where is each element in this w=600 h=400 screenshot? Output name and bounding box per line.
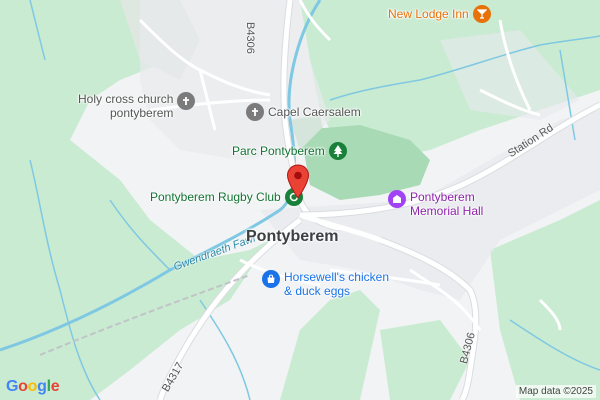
building-icon: [388, 190, 406, 208]
poi-pontyberem-memorial-hall[interactable]: Pontyberem Memorial Hall: [388, 190, 483, 218]
poi-new-lodge-inn-label: New Lodge Inn: [388, 7, 469, 21]
poi-pontyberem-rugby-club[interactable]: Pontyberem Rugby Club: [150, 188, 303, 206]
google-logo-letter: e: [50, 378, 60, 395]
google-logo-letter: g: [37, 378, 47, 395]
church-cross-icon: [246, 103, 264, 121]
park-tree-icon: [328, 142, 347, 160]
bar-icon: [472, 5, 491, 23]
poi-memorial-hall-label-line2: Memorial Hall: [410, 204, 484, 218]
poi-horsewells-label-line1: Horsewell's chicken: [284, 270, 389, 284]
poi-holy-cross-church-label-line1: Holy cross church: [78, 92, 174, 106]
poi-parc-pontyberem-label: Parc Pontyberem: [232, 144, 325, 158]
road-label-b4306-north: B4306: [244, 22, 256, 54]
poi-horsewells-chicken-duck-eggs[interactable]: Horsewell's chicken & duck eggs: [262, 270, 389, 298]
church-cross-icon: [177, 92, 196, 110]
poi-capel-caersalem[interactable]: Capel Caersalem: [246, 103, 361, 121]
google-logo: Google: [6, 378, 60, 396]
town-label-pontyberem: Pontyberem: [246, 228, 339, 245]
poi-memorial-hall-label-line1: Pontyberem: [410, 190, 475, 204]
map-canvas[interactable]: B4306 B4306 B4317 Station Rd Gwendraeth …: [0, 0, 600, 400]
google-logo-letter: o: [27, 378, 38, 395]
poi-capel-caersalem-label: Capel Caersalem: [268, 105, 361, 119]
poi-holy-cross-church[interactable]: Holy cross church pontyberem: [78, 92, 196, 120]
shopping-bag-icon: [262, 270, 280, 288]
poi-holy-cross-church-label-line2: pontyberem: [110, 106, 174, 120]
location-pin-icon[interactable]: [286, 164, 310, 200]
map-attribution[interactable]: Map data ©2025: [515, 385, 596, 398]
google-logo-letter: o: [18, 378, 28, 395]
poi-rugby-club-label: Pontyberem Rugby Club: [150, 190, 281, 204]
poi-new-lodge-inn[interactable]: New Lodge Inn: [388, 5, 491, 23]
poi-horsewells-label-line2: & duck eggs: [284, 284, 351, 298]
google-logo-letter: G: [6, 378, 19, 395]
poi-parc-pontyberem[interactable]: Parc Pontyberem: [232, 142, 347, 160]
